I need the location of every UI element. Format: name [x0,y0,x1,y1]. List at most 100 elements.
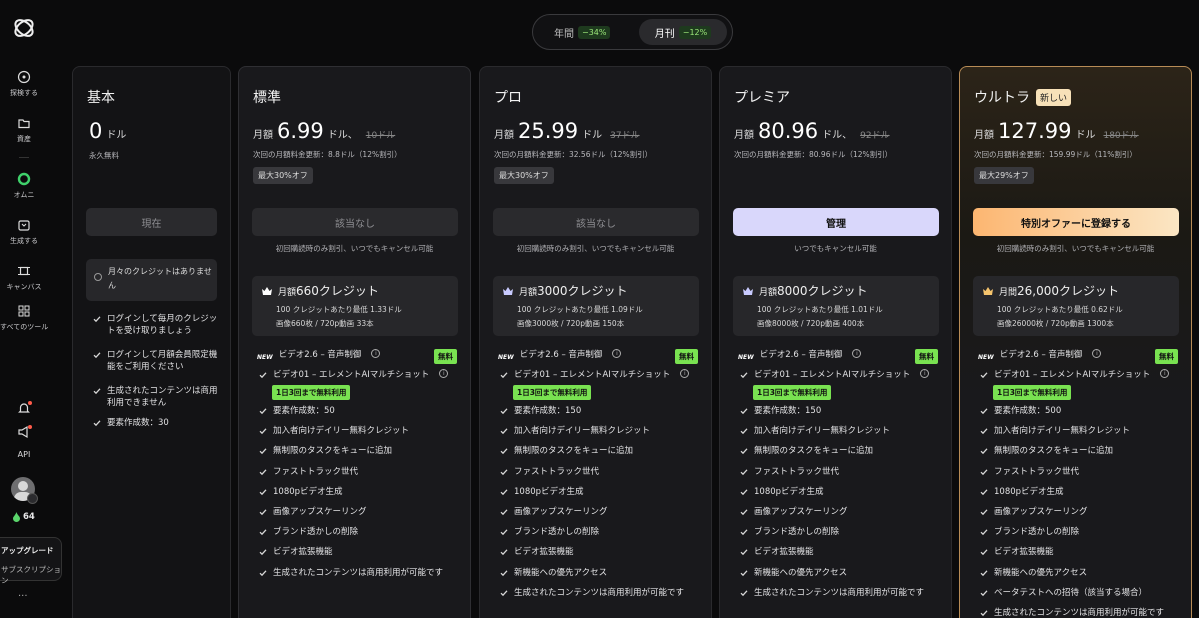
check-icon [500,590,508,596]
feature-item: ログインして月額会員限定機能をご利用ください [93,349,224,373]
check-icon [980,408,988,415]
not-applicable-button[interactable]: 該当なし [493,208,699,236]
credit-prefix: 月間 [999,288,1018,298]
check-icon [259,509,267,516]
feature-item: 生成されたコンテンツは商用利用が可能です [980,607,1181,618]
sidebar-item-all-tools[interactable]: すべてのツール [0,304,48,332]
feature-text: 加入者向けデイリー無料クレジット [514,426,651,437]
tab-monthly[interactable]: 月刊 −12% [639,19,727,45]
feature-text: ログインして月額会員限定機能をご利用ください [107,350,218,372]
check-icon [93,388,101,395]
feature-item: ビデオ拡張機能 [740,546,941,558]
feature-item: ビデオ拡張機能 [259,546,460,558]
more-icon[interactable]: ... [18,588,28,599]
subscribe-offer-button[interactable]: 特別オファーに登録する [973,208,1179,236]
info-icon[interactable]: i [371,349,381,358]
feature-text: 画像アップスケーリング [514,507,608,517]
check-icon [500,448,508,455]
not-applicable-button[interactable]: 該当なし [252,208,458,236]
sidebar-item-assets[interactable]: 資産 [0,116,48,144]
notification-button[interactable] [0,401,48,415]
credit-balance[interactable]: 64 [12,512,35,522]
feature-item: 要素作成数：150 [740,405,941,417]
check-icon [93,352,101,359]
feature-text: 無制限のタスクをキューに追加 [994,446,1114,457]
info-icon[interactable]: i [920,369,930,378]
sidebar-item-explore[interactable]: 探検する [0,70,48,98]
feature-text: 加入者向けデイリー無料クレジット [754,426,891,437]
check-icon [740,509,748,516]
sidebar-item-label: 探検する [10,89,38,97]
check-icon [980,468,988,475]
cancel-note: いつでもキャンセル可能 [794,244,877,253]
daily-free-badge: 1日3回まで無料利用 [993,385,1072,400]
price-unit: ドル [1075,130,1096,141]
feature-text: ログインして毎月のクレジットを受け取りましょう [107,314,218,336]
daily-free-badge: 1日3回まで無料利用 [513,385,592,400]
sidebar-divider [19,157,29,158]
sidebar-item-canvas[interactable]: キャンバス [0,264,48,292]
sidebar-item-label: 生成する [10,237,38,245]
api-link[interactable]: API [0,450,48,459]
feature-item: 1080pビデオ生成 [259,486,460,498]
credit-rate: 100 クレジットあたり最低 1.01ドル [757,305,883,314]
no-credits-text: 月々のクレジットはありません [108,267,212,290]
renewal-note: 次回の月額料金更新：80.96ドル（12%割引） [734,150,893,159]
feature-text: ファストトラック世代 [754,466,840,477]
check-icon [980,549,988,556]
feature-item: 新機能への優先アクセス [500,567,701,579]
feature-text: ビデオ拡張機能 [754,547,814,558]
pricing-page: 探検する 資産 オムニ 生成する キャンバス すべてのツール API 64 アッ… [0,0,1199,618]
manage-button[interactable]: 管理 [733,208,939,236]
feature-text: 新機能への優先アクセス [514,567,608,578]
max-discount-badge: 最大30%オフ [253,167,313,184]
info-icon[interactable]: i [680,369,690,378]
plan-name: プロ [494,90,522,106]
credit-title: 26,000クレジット [1017,284,1120,298]
cancel-note: 初回購読時のみ割引、いつでもキャンセル可能 [275,244,434,253]
renewal-note: 次回の月額料金更新：159.99ドル（11%割引） [974,150,1137,159]
check-icon [93,316,101,323]
check-icon [500,428,508,435]
info-icon[interactable]: i [612,349,622,358]
check-icon [980,590,988,596]
plan-name: 基本 [87,90,115,106]
credit-title: 8000クレジット [777,284,868,298]
price-value: 127.99 [998,119,1072,143]
upgrade-button[interactable]: アップグレード サブスクリプション [0,537,62,585]
check-icon [740,372,748,379]
free-badge: 無料 [915,349,938,364]
check-icon [259,408,267,415]
sidebar-item-omni[interactable]: オムニ [0,172,48,200]
feature-text: ブランド透かしの削除 [994,527,1080,538]
info-icon[interactable]: i [439,369,449,378]
feature-item: 加入者向けデイリー無料クレジット [980,425,1181,437]
original-price: 37ドル [610,131,640,141]
account-switch-icon[interactable] [27,493,38,504]
sidebar-item-generate[interactable]: 生成する [0,218,48,246]
plan-card-premier: プレミア 月額 80.96 ドル、 92ドル 次回の月額料金更新：80.96ドル… [719,66,952,618]
feature-item: ブランド透かしの削除 [259,526,460,538]
price-value: 0 [89,119,103,143]
price-value: 25.99 [518,119,579,143]
announcement-button[interactable] [0,425,48,439]
info-icon[interactable]: i [1092,349,1102,358]
current-plan-button[interactable]: 現在 [86,208,217,236]
feature-text: 新機能への優先アクセス [994,567,1088,578]
feature-text: ブランド透かしの削除 [754,527,840,538]
notification-dot [28,401,32,405]
check-icon [980,448,988,455]
info-icon[interactable]: i [1160,369,1170,378]
check-icon [980,509,988,516]
info-icon[interactable]: i [852,349,862,358]
feature-text: ビデオ01 – エレメントAIマルチショット [754,370,911,380]
feature-text: 生成されたコンテンツは商用利用が可能です [754,587,925,598]
plan-card-basic: 基本 0 ドル 永久無料 現在 月々のクレジットはありません ログインして毎月の… [72,66,231,618]
feature-item: ブランド透かしの削除 [980,526,1181,538]
tab-yearly[interactable]: 年間 −34% [540,19,624,45]
feature-item: 加入者向けデイリー無料クレジット [740,425,941,437]
new-label: NEW [978,354,994,361]
feature-item: ファストトラック世代 [500,466,701,478]
app-logo-icon[interactable] [12,16,36,40]
check-icon [500,549,508,556]
